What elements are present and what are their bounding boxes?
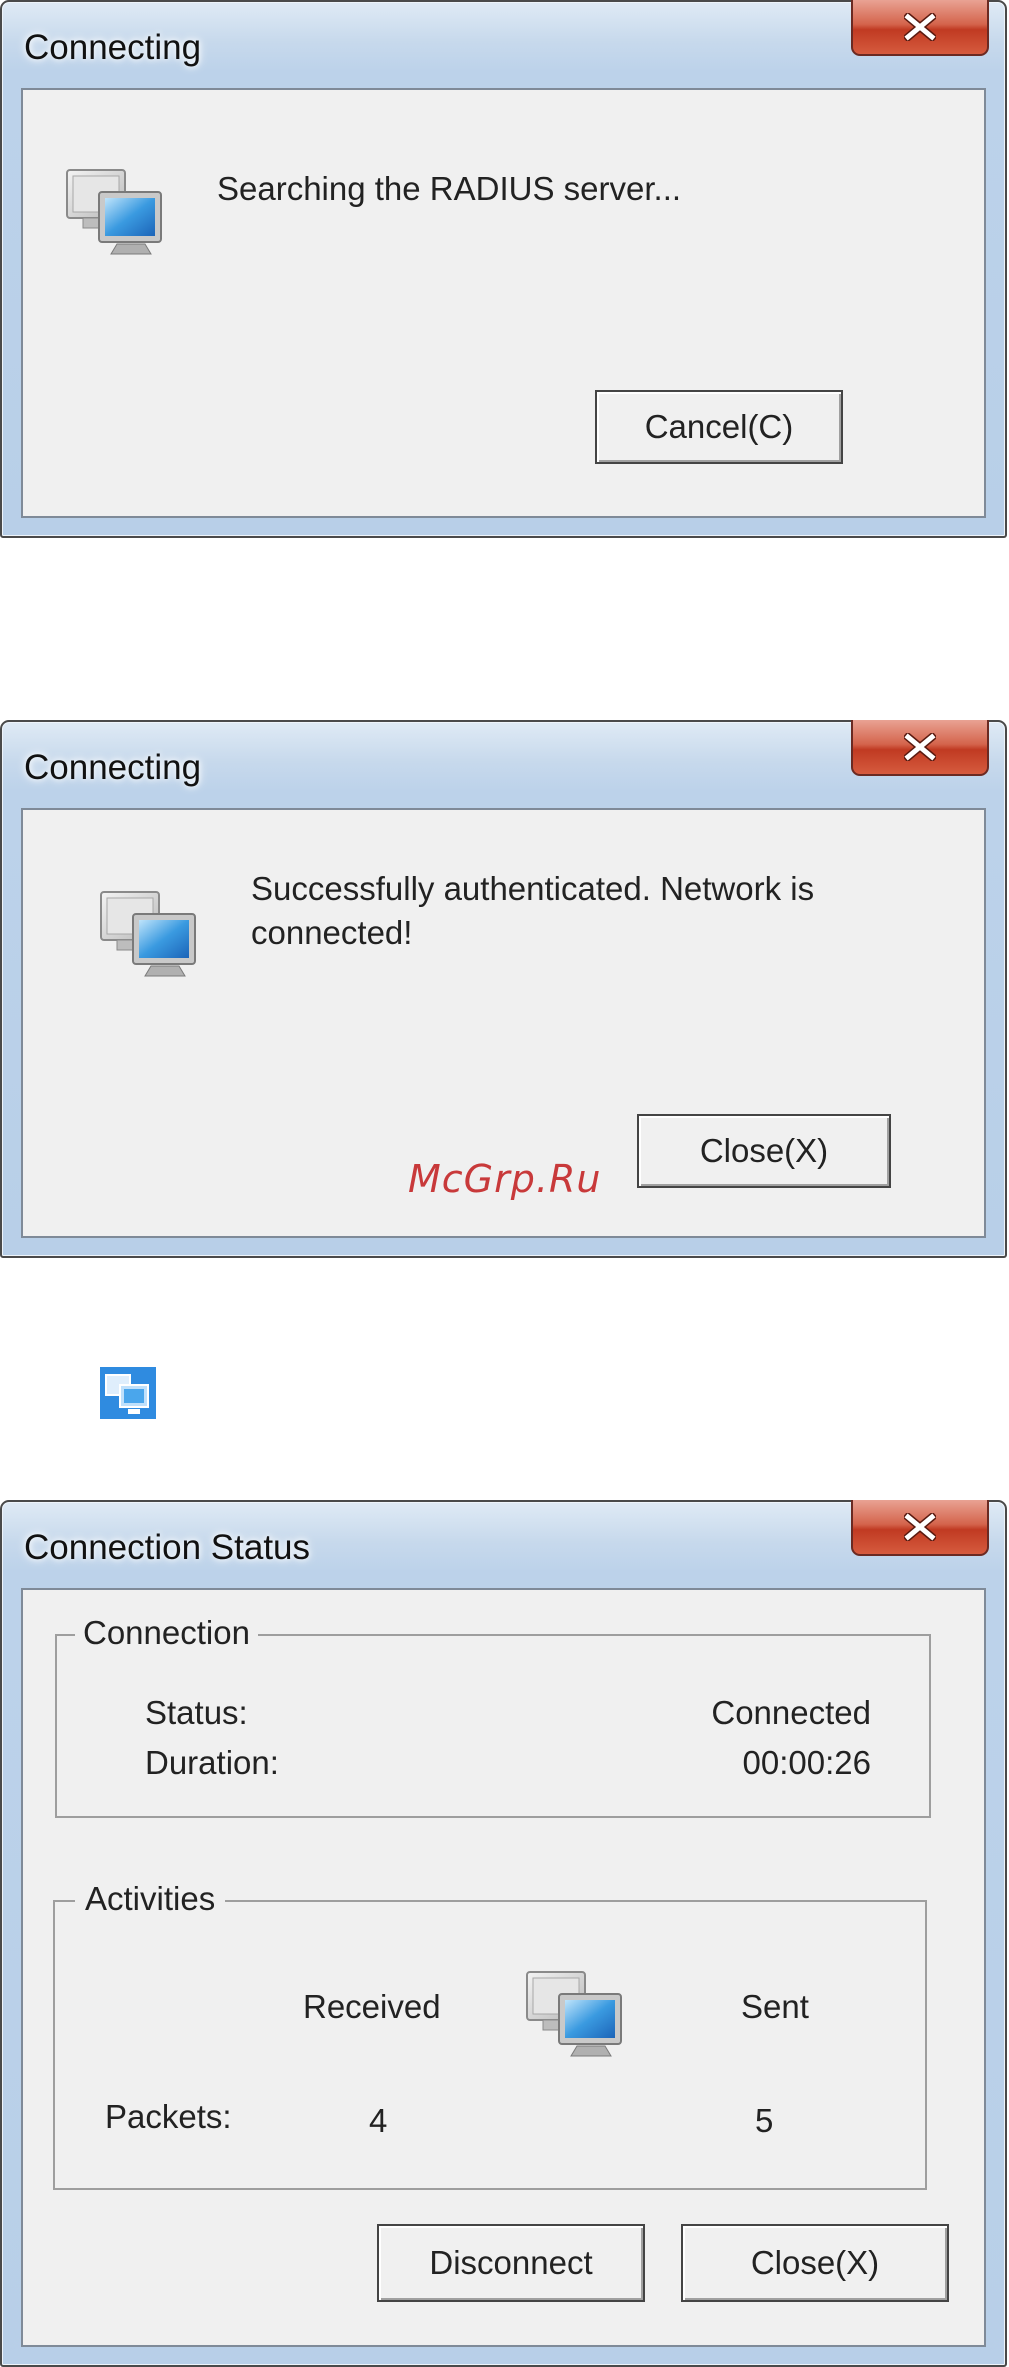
disconnect-button[interactable]: Disconnect bbox=[377, 2224, 645, 2302]
duration-value: 00:00:26 bbox=[742, 1744, 871, 1781]
status-message-line-1: Successfully authenticated. Network is bbox=[251, 870, 815, 907]
watermark-text: McGrp.Ru bbox=[408, 1157, 602, 1201]
close-button-label: Close(X) bbox=[750, 2244, 880, 2281]
network-computers-icon bbox=[66, 169, 162, 255]
packets-sent-value: 5 bbox=[755, 2102, 774, 2139]
activities-group: Activities Received Sent Packets: 4 5 bbox=[53, 1880, 927, 2190]
connection-group-legend: Connection bbox=[75, 1614, 258, 1652]
window-close-button[interactable] bbox=[851, 0, 989, 56]
dialog-client-area: Connection Status: Connected Duration: 0… bbox=[21, 1588, 986, 2347]
cancel-button-label: Cancel(C) bbox=[644, 408, 794, 445]
network-computers-icon[interactable] bbox=[100, 1367, 156, 1419]
close-button[interactable]: Close(X) bbox=[637, 1114, 891, 1188]
window-title: Connecting bbox=[24, 748, 202, 787]
dialog-client-area: Searching the RADIUS server... Cancel(C) bbox=[21, 88, 986, 518]
duration-label: Duration: bbox=[145, 1744, 279, 1781]
network-computers-icon bbox=[100, 891, 196, 977]
close-icon bbox=[904, 1513, 936, 1541]
connection-group: Connection Status: Connected Duration: 0… bbox=[55, 1614, 931, 1818]
connecting-dialog-searching: Connecting Searching the RADIUS server..… bbox=[0, 0, 1007, 538]
close-icon bbox=[904, 733, 936, 761]
close-icon bbox=[904, 13, 936, 41]
packets-received-value: 4 bbox=[369, 2102, 388, 2139]
status-message-line-2: connected! bbox=[251, 914, 413, 951]
sent-label: Sent bbox=[741, 1988, 809, 2025]
connection-status-dialog: Connection Status Connection Status: Con… bbox=[0, 1500, 1007, 2367]
close-button-label: Close(X) bbox=[699, 1132, 829, 1169]
disconnect-button-label: Disconnect bbox=[429, 2244, 593, 2281]
status-label: Status: bbox=[145, 1694, 248, 1731]
window-close-button[interactable] bbox=[851, 720, 989, 776]
status-value: Connected bbox=[711, 1694, 871, 1731]
received-label: Received bbox=[303, 1988, 441, 2025]
network-computers-icon bbox=[526, 1971, 622, 2057]
activities-group-legend: Activities bbox=[75, 1880, 226, 1918]
status-message: Searching the RADIUS server... bbox=[217, 170, 682, 207]
window-title: Connection Status bbox=[24, 1528, 311, 1567]
cancel-button[interactable]: Cancel(C) bbox=[595, 390, 843, 464]
window-close-button[interactable] bbox=[851, 1500, 989, 1556]
window-title: Connecting bbox=[24, 28, 202, 67]
close-button[interactable]: Close(X) bbox=[681, 2224, 949, 2302]
packets-label: Packets: bbox=[105, 2098, 232, 2135]
